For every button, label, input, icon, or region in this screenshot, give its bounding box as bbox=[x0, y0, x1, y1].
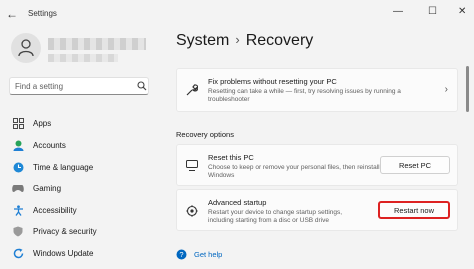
reset-pc-card: Reset this PC Choose to keep or remove y… bbox=[176, 144, 458, 186]
sidebar-item-accessibility[interactable]: Accessibility bbox=[12, 201, 152, 219]
reset-pc-title: Reset this PC bbox=[208, 153, 254, 162]
reset-pc-desc-line1: Choose to keep or remove your personal f… bbox=[208, 164, 380, 171]
maximize-button[interactable]: ☐ bbox=[428, 6, 437, 18]
fix-problems-title: Fix problems without resetting your PC bbox=[208, 77, 337, 86]
sidebar-item-privacy-security[interactable]: Privacy & security bbox=[12, 222, 152, 240]
restart-now-button[interactable]: Restart now bbox=[378, 201, 450, 219]
avatar[interactable] bbox=[11, 33, 41, 63]
sidebar-item-accounts[interactable]: Accounts bbox=[12, 136, 152, 154]
close-button[interactable]: ✕ bbox=[458, 6, 466, 18]
sidebar-item-label: Windows Update bbox=[33, 248, 94, 258]
search-icon[interactable] bbox=[137, 81, 147, 91]
window-title: Settings bbox=[28, 9, 57, 18]
scrollbar[interactable] bbox=[466, 66, 469, 112]
chevron-right-icon[interactable]: › bbox=[445, 84, 448, 95]
advanced-startup-title: Advanced startup bbox=[208, 198, 267, 207]
page-title: System › Recovery bbox=[176, 32, 313, 50]
advanced-startup-desc-line2: including starting from a disc or USB dr… bbox=[208, 217, 330, 224]
recovery-options-heading: Recovery options bbox=[176, 130, 234, 139]
title-bar: ← Settings — ☐ ✕ bbox=[0, 0, 474, 28]
sidebar-item-label: Accounts bbox=[33, 140, 66, 150]
fix-problems-desc-line2: troubleshooter bbox=[208, 96, 250, 103]
search-input[interactable] bbox=[15, 80, 127, 92]
svg-text:?: ? bbox=[179, 250, 183, 259]
sidebar-item-label: Accessibility bbox=[33, 205, 77, 215]
account-email-redacted bbox=[48, 54, 118, 62]
sidebar-item-label: Gaming bbox=[33, 183, 62, 193]
search-box[interactable] bbox=[9, 77, 149, 95]
time-language-icon bbox=[12, 161, 24, 173]
back-arrow-icon[interactable]: ← bbox=[6, 7, 18, 21]
advanced-startup-icon bbox=[186, 205, 198, 217]
help-icon: ? bbox=[176, 249, 187, 260]
breadcrumb-separator: › bbox=[235, 32, 240, 47]
get-help-label[interactable]: Get help bbox=[194, 250, 222, 259]
sidebar-item-apps[interactable]: Apps bbox=[12, 114, 152, 132]
fix-problems-desc-line1: Resetting can take a while — first, try … bbox=[208, 88, 401, 95]
sidebar-item-time-language[interactable]: Time & language bbox=[12, 158, 152, 176]
breadcrumb-recovery: Recovery bbox=[245, 32, 314, 49]
reset-pc-button[interactable]: Reset PC bbox=[380, 156, 450, 174]
sidebar-item-gaming[interactable]: Gaming bbox=[12, 179, 152, 197]
wrench-icon bbox=[186, 84, 198, 96]
windows-update-icon bbox=[12, 247, 24, 259]
user-icon bbox=[18, 39, 34, 57]
advanced-startup-desc-line1: Restart your device to change startup se… bbox=[208, 209, 343, 216]
reset-pc-icon bbox=[186, 160, 198, 171]
gaming-icon bbox=[12, 182, 24, 194]
sidebar-item-label: Privacy & security bbox=[33, 226, 97, 236]
accessibility-icon bbox=[12, 204, 24, 216]
advanced-startup-card: Advanced startup Restart your device to … bbox=[176, 189, 458, 231]
account-name-redacted bbox=[48, 38, 146, 50]
breadcrumb-system[interactable]: System bbox=[176, 32, 229, 49]
minimize-button[interactable]: — bbox=[393, 6, 403, 18]
get-help-link[interactable]: ? Get help bbox=[176, 249, 222, 260]
apps-icon bbox=[12, 117, 24, 129]
sidebar-item-windows-update[interactable]: Windows Update bbox=[12, 244, 152, 262]
fix-problems-card[interactable]: Fix problems without resetting your PC R… bbox=[176, 68, 458, 112]
privacy-shield-icon bbox=[12, 225, 24, 237]
reset-pc-desc-line2: Windows bbox=[208, 172, 235, 179]
accounts-icon bbox=[12, 139, 24, 151]
sidebar-item-label: Apps bbox=[33, 118, 52, 128]
sidebar-item-label: Time & language bbox=[33, 162, 94, 172]
